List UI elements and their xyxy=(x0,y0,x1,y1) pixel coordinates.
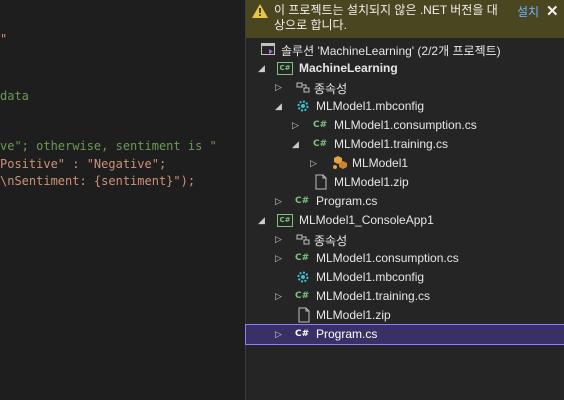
mbconfig-label: MLModel1.mbconfig xyxy=(316,99,425,113)
file-label: Program.cs xyxy=(316,194,378,208)
project-label: MachineLearning xyxy=(299,61,398,75)
expanded-arrow-icon[interactable]: ◢ xyxy=(292,138,302,150)
collapsed-arrow-icon[interactable]: ▷ xyxy=(275,252,285,264)
solution-label: 솔루션 'MachineLearning' (2/2개 프로젝트) xyxy=(281,44,501,58)
expanded-arrow-icon[interactable]: ◢ xyxy=(258,214,268,226)
tree-item-project-consoleapp[interactable]: ◢ C# MLModel1_ConsoleApp1 xyxy=(246,211,564,230)
collapsed-arrow-icon[interactable]: ▷ xyxy=(310,157,320,169)
csharp-file-icon: C# xyxy=(295,196,310,206)
collapsed-arrow-icon[interactable]: ▷ xyxy=(275,328,285,340)
tree-item-class-mlmodel1[interactable]: ▷ MLModel1 xyxy=(246,154,564,173)
csharp-project-icon: C# xyxy=(277,214,293,227)
csharp-file-icon: C# xyxy=(313,120,328,130)
file-label: MLModel1.consumption.cs xyxy=(334,118,477,132)
class-label: MLModel1 xyxy=(352,156,409,170)
code-line-1: " xyxy=(0,32,8,46)
tree-item-mbconfig[interactable]: ◢ MLModel1.mbconfig xyxy=(246,97,564,116)
collapsed-arrow-icon[interactable]: ▷ xyxy=(275,233,285,245)
collapsed-arrow-icon[interactable]: ▷ xyxy=(292,119,302,131)
tree-item-training-cs[interactable]: ◢ C# MLModel1.training.cs xyxy=(246,135,564,154)
tree-item-consumption-cs[interactable]: ▷ C# MLModel1.consumption.cs xyxy=(246,249,564,268)
dependencies-icon xyxy=(296,234,310,245)
mbconfig-label: MLModel1.mbconfig xyxy=(316,270,425,284)
csharp-file-icon: C# xyxy=(295,291,310,301)
collapsed-arrow-icon[interactable]: ▷ xyxy=(275,195,285,207)
code-line-3: ve"; otherwise, sentiment is " xyxy=(0,139,217,153)
collapsed-arrow-icon[interactable]: ▷ xyxy=(275,81,285,93)
file-icon xyxy=(315,174,327,190)
tree-item-program-cs[interactable]: ▷ C# Program.cs xyxy=(246,192,564,211)
file-label: MLModel1.consumption.cs xyxy=(316,251,459,265)
dependencies-label: 종속성 xyxy=(314,234,348,248)
code-line-4: Positive" : "Negative"; xyxy=(0,157,167,171)
tree-item-program-cs-selected[interactable]: ▷ C# Program.cs xyxy=(245,324,564,345)
code-line-2: data xyxy=(0,89,29,103)
file-label: Program.cs xyxy=(316,327,378,341)
csharp-file-icon: C# xyxy=(295,253,310,263)
tree-item-consumption-cs[interactable]: ▷ C# MLModel1.consumption.cs xyxy=(246,116,564,135)
file-label: MLModel1.zip xyxy=(316,308,391,322)
tree-item-training-cs[interactable]: ▷ C# MLModel1.training.cs xyxy=(246,287,564,306)
close-icon[interactable]: ✕ xyxy=(546,2,559,20)
tree-item-mbconfig[interactable]: MLModel1.mbconfig xyxy=(246,268,564,287)
expanded-arrow-icon[interactable]: ◢ xyxy=(275,100,285,112)
collapsed-arrow-icon[interactable]: ▷ xyxy=(275,290,285,302)
file-icon xyxy=(298,307,310,323)
expanded-arrow-icon[interactable]: ◢ xyxy=(258,62,268,74)
class-icon xyxy=(333,156,347,169)
install-link[interactable]: 설치 xyxy=(517,3,539,20)
csharp-project-icon: C# xyxy=(277,62,293,75)
info-bar: 이 프로젝트는 설치되지 않은 .NET 버전을 대상으로 합니다. 설치 ✕ xyxy=(246,0,564,38)
tree-item-solution[interactable]: 솔루션 'MachineLearning' (2/2개 프로젝트) xyxy=(246,40,564,59)
csharp-file-icon: C# xyxy=(295,329,310,339)
gear-icon xyxy=(297,100,309,112)
file-label: MLModel1.training.cs xyxy=(316,289,431,303)
tree-item-project-machinelearning[interactable]: ◢ C# MachineLearning xyxy=(246,59,564,78)
tree-item-zip[interactable]: MLModel1.zip xyxy=(246,306,564,325)
dependencies-label: 종속성 xyxy=(314,82,348,96)
code-line-5: \nSentiment: {sentiment}"); xyxy=(0,174,196,188)
code-editor[interactable]: " data ve"; otherwise, sentiment is " Po… xyxy=(0,0,245,400)
solution-explorer: 이 프로젝트는 설치되지 않은 .NET 버전을 대상으로 합니다. 설치 ✕ … xyxy=(245,0,564,400)
warning-icon xyxy=(252,4,268,18)
tree-item-dependencies[interactable]: ▷ 종속성 xyxy=(246,78,564,97)
file-label: MLModel1.training.cs xyxy=(334,137,449,151)
dependencies-icon xyxy=(296,82,310,93)
solution-icon xyxy=(261,43,275,55)
csharp-file-icon: C# xyxy=(313,139,328,149)
file-label: MLModel1.zip xyxy=(334,175,409,189)
project-label: MLModel1_ConsoleApp1 xyxy=(299,213,434,227)
gear-icon xyxy=(297,271,309,283)
tree-item-dependencies[interactable]: ▷ 종속성 xyxy=(246,230,564,249)
tree-item-zip[interactable]: MLModel1.zip xyxy=(246,173,564,192)
info-bar-message: 이 프로젝트는 설치되지 않은 .NET 버전을 대상으로 합니다. xyxy=(274,3,498,32)
